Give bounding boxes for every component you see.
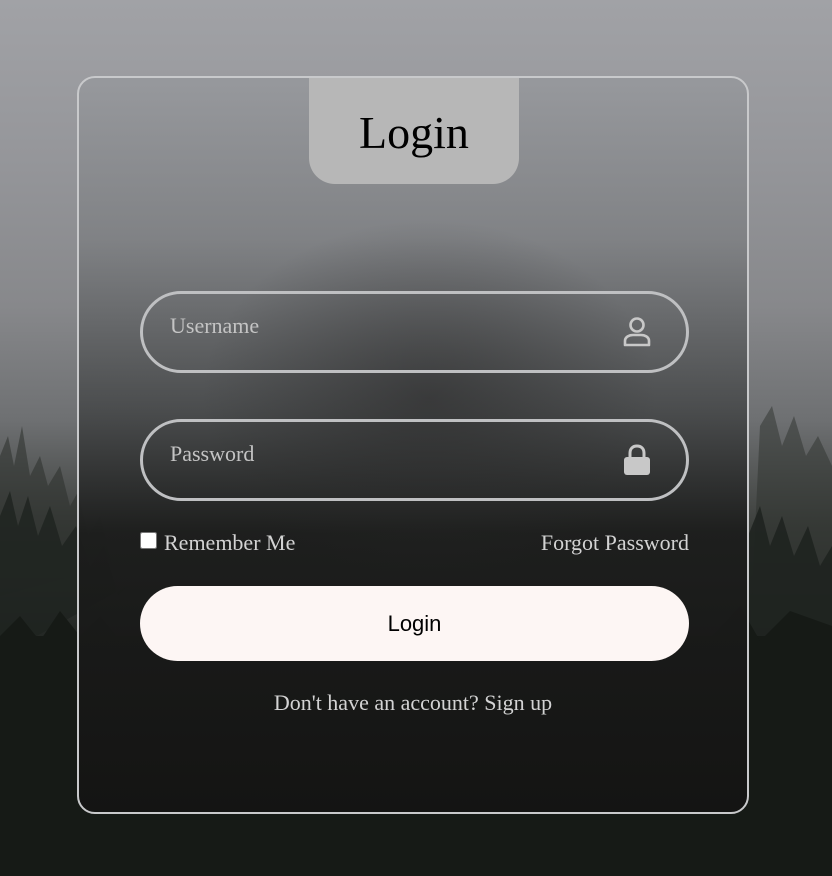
remember-checkbox[interactable] [140, 531, 157, 549]
lock-icon [620, 443, 654, 477]
signup-row: Don't have an account? Sign up [79, 690, 747, 716]
login-button[interactable]: Login [140, 586, 689, 661]
password-field[interactable] [140, 416, 689, 504]
login-card: Login Remember Me Forgot Password Login … [77, 76, 749, 814]
form-options: Remember Me Forgot Password [140, 528, 689, 558]
card-haze [199, 218, 659, 578]
page-title: Login [359, 106, 469, 158]
username-field[interactable] [140, 288, 689, 376]
password-input[interactable] [143, 416, 620, 504]
user-icon [620, 315, 654, 349]
signup-link[interactable]: Sign up [484, 690, 552, 715]
username-input[interactable] [143, 288, 620, 376]
remember-label: Remember Me [164, 530, 296, 555]
remember-me[interactable]: Remember Me [140, 530, 295, 556]
signup-prompt: Don't have an account? [273, 690, 485, 715]
forgot-password-link[interactable]: Forgot Password [541, 530, 689, 556]
title-tab: Login [309, 78, 519, 184]
